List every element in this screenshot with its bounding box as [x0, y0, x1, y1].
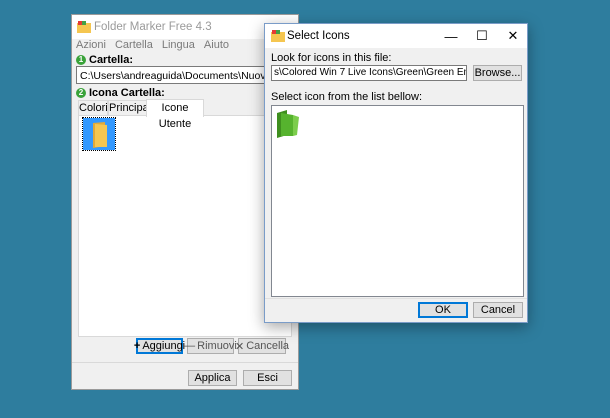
- bottom-divider: [72, 362, 298, 363]
- file-label: Look for icons in this file:: [271, 52, 392, 64]
- dialog-title: Select Icons: [287, 30, 350, 42]
- close-icon[interactable]: ✕: [498, 24, 528, 48]
- menu-aiuto[interactable]: Aiuto: [204, 39, 229, 53]
- folder-path-field[interactable]: C:\Users\andreaguida\Documents\Nuova car…: [76, 66, 291, 84]
- browse-button[interactable]: Browse...: [473, 65, 522, 81]
- menu-azioni[interactable]: Azioni: [76, 39, 106, 53]
- minus-icon: —: [184, 340, 196, 352]
- green-folder-icon: [277, 110, 299, 138]
- folder-marker-dialog-icon: [271, 30, 285, 42]
- list-label: Select icon from the list bellow:: [271, 91, 423, 103]
- folder-section-label: 1 Cartella:: [76, 54, 133, 66]
- remove-button[interactable]: — Rimuovi: [184, 338, 237, 354]
- icon-list-item[interactable]: [273, 107, 303, 139]
- select-icons-dialog: Select Icons — ☐ ✕ Look for icons in thi…: [264, 23, 528, 323]
- tab-colori[interactable]: Colori: [78, 100, 108, 116]
- selected-user-icon[interactable]: [82, 117, 116, 151]
- folder-marker-app-icon: [77, 21, 91, 33]
- step-one-icon: 1: [76, 55, 86, 66]
- dialog-divider: [265, 298, 527, 299]
- icon-section-label: 2 Icona Cartella:: [76, 87, 165, 99]
- cancel-button[interactable]: Cancel: [473, 302, 523, 318]
- add-button[interactable]: + Aggiungi: [133, 338, 185, 354]
- tab-principali[interactable]: Principali: [108, 100, 154, 116]
- step-two-icon: 2: [76, 88, 86, 99]
- plus-icon: +: [133, 340, 141, 352]
- exit-button[interactable]: Esci: [243, 370, 292, 386]
- icon-list: [271, 105, 524, 297]
- x-icon: ✕: [234, 340, 245, 353]
- maximize-icon[interactable]: ☐: [467, 24, 497, 48]
- user-icons-panel: [78, 115, 292, 337]
- ok-button[interactable]: OK: [418, 302, 468, 318]
- yellow-folder-icon: [93, 122, 107, 148]
- menu-cartella[interactable]: Cartella: [115, 39, 153, 53]
- dialog-titlebar: Select Icons — ☐ ✕: [265, 24, 527, 48]
- tab-icone-utente[interactable]: Icone Utente: [146, 99, 204, 130]
- marker-menu-bar: Azioni Cartella Lingua Aiuto: [76, 39, 229, 53]
- minimize-icon[interactable]: —: [436, 24, 466, 48]
- cancel-icon-button[interactable]: ✕ Cancella: [234, 338, 289, 354]
- marker-window-title: Folder Marker Free 4.3: [94, 21, 212, 33]
- icon-file-path-field[interactable]: s\Colored Win 7 Live Icons\Green\Green E…: [271, 65, 467, 81]
- apply-button[interactable]: Applica: [188, 370, 237, 386]
- menu-lingua[interactable]: Lingua: [162, 39, 195, 53]
